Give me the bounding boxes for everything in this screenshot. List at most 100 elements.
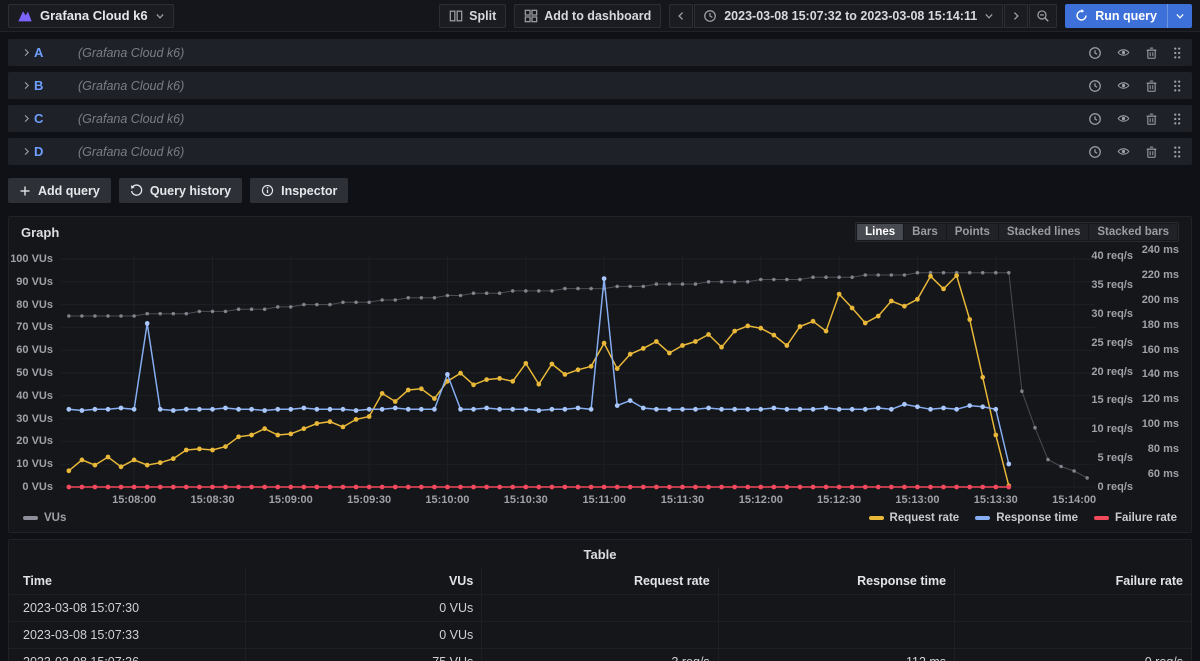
split-button[interactable]: Split <box>439 4 506 28</box>
clock-icon <box>703 9 717 23</box>
cell-request-rate: 3 req/s <box>482 649 718 661</box>
table-row: 2023-03-08 15:07:33 0 VUs <box>9 622 1191 649</box>
eye-icon[interactable] <box>1116 145 1131 158</box>
tab-stacked-bars[interactable]: Stacked bars <box>1089 224 1177 240</box>
request-rate-swatch <box>869 516 884 520</box>
query-row-c[interactable]: C (Grafana Cloud k6) <box>8 105 1192 132</box>
drag-handle-icon[interactable] <box>1172 112 1182 126</box>
response-time-swatch <box>975 516 990 520</box>
legend-item-vus[interactable]: VUs <box>23 512 66 524</box>
timeseries-chart[interactable] <box>61 247 1095 493</box>
drag-handle-icon[interactable] <box>1172 145 1182 159</box>
drag-handle-icon[interactable] <box>1172 79 1182 93</box>
axis-tick-label: 90 VUs <box>16 276 53 288</box>
x-axis-tick-label: 15:11:30 <box>661 494 704 506</box>
inspector-button[interactable]: Inspector <box>250 178 348 203</box>
x-axis-tick-label: 15:09:30 <box>347 494 391 506</box>
legend-label: Failure rate <box>1115 512 1177 524</box>
axis-tick-label: 60 ms <box>1148 468 1179 480</box>
history-arrow-icon <box>130 184 143 197</box>
eye-icon[interactable] <box>1116 46 1131 59</box>
history-icon[interactable] <box>1088 112 1102 126</box>
tab-lines[interactable]: Lines <box>857 224 903 240</box>
time-shift-back-button[interactable] <box>669 4 693 28</box>
axis-tick-label: 15 req/s <box>1091 394 1133 406</box>
app-picker-button[interactable]: Grafana Cloud k6 <box>8 4 174 28</box>
history-icon[interactable] <box>1088 145 1102 159</box>
eye-icon[interactable] <box>1116 112 1131 125</box>
query-history-button[interactable]: Query history <box>119 178 242 203</box>
axis-tick-label: 30 req/s <box>1091 308 1133 320</box>
legend-item-request-rate[interactable]: Request rate <box>869 512 960 524</box>
trash-icon[interactable] <box>1145 46 1158 60</box>
axis-tick-label: 20 req/s <box>1091 366 1133 378</box>
drag-handle-icon[interactable] <box>1172 46 1182 60</box>
sync-icon <box>1075 9 1088 22</box>
history-icon[interactable] <box>1088 79 1102 93</box>
expand-chevron-icon[interactable] <box>18 47 34 58</box>
run-query-dropdown[interactable] <box>1167 4 1192 28</box>
chart-plot-area[interactable]: 15:08:0015:08:3015:09:0015:09:3015:10:00… <box>61 247 1095 509</box>
tab-points[interactable]: Points <box>947 224 998 240</box>
add-query-button[interactable]: Add query <box>8 178 111 203</box>
y-axis-left-vus: 0 VUs10 VUs20 VUs30 VUs40 VUs50 VUs60 VU… <box>13 247 61 493</box>
query-rows-section: A (Grafana Cloud k6) B (Grafana Cloud k6… <box>0 32 1200 165</box>
info-circle-icon <box>261 184 274 197</box>
expand-chevron-icon[interactable] <box>18 146 34 157</box>
col-header-response-time[interactable]: Response time <box>718 568 954 595</box>
query-datasource: (Grafana Cloud k6) <box>78 145 184 159</box>
add-to-dashboard-button[interactable]: Add to dashboard <box>514 4 661 28</box>
run-query-label: Run query <box>1095 9 1157 23</box>
x-axis-tick-label: 15:13:00 <box>895 494 939 506</box>
chevron-left-icon <box>676 10 686 22</box>
eye-icon[interactable] <box>1116 79 1131 92</box>
run-query-button[interactable]: Run query <box>1065 4 1192 28</box>
tab-bars[interactable]: Bars <box>904 224 946 240</box>
axis-tick-label: 80 VUs <box>16 299 53 311</box>
axis-tick-label: 20 VUs <box>16 435 53 447</box>
trash-icon[interactable] <box>1145 145 1158 159</box>
axis-tick-label: 180 ms <box>1142 319 1179 331</box>
zoom-out-button[interactable] <box>1029 4 1057 28</box>
axis-tick-label: 80 ms <box>1148 443 1179 455</box>
tab-stacked-lines[interactable]: Stacked lines <box>999 224 1089 240</box>
failure-rate-swatch <box>1094 516 1109 520</box>
query-datasource: (Grafana Cloud k6) <box>78 112 184 126</box>
legend-item-failure-rate[interactable]: Failure rate <box>1094 512 1177 524</box>
axis-tick-label: 160 ms <box>1142 344 1179 356</box>
col-header-failure-rate[interactable]: Failure rate <box>955 568 1191 595</box>
query-row-a[interactable]: A (Grafana Cloud k6) <box>8 39 1192 66</box>
query-row-b[interactable]: B (Grafana Cloud k6) <box>8 72 1192 99</box>
axis-tick-label: 200 ms <box>1142 294 1179 306</box>
expand-chevron-icon[interactable] <box>18 80 34 91</box>
axis-tick-label: 10 req/s <box>1091 423 1133 435</box>
time-picker-group: 2023-03-08 15:07:32 to 2023-03-08 15:14:… <box>669 4 1057 28</box>
legend-item-response-time[interactable]: Response time <box>975 512 1078 524</box>
plus-icon <box>19 185 31 197</box>
cell-response-time <box>718 595 954 622</box>
history-icon[interactable] <box>1088 46 1102 60</box>
col-header-time[interactable]: Time <box>9 568 245 595</box>
cell-time: 2023-03-08 15:07:36 <box>9 649 245 661</box>
col-header-vus[interactable]: VUs <box>245 568 481 595</box>
table-row: 2023-03-08 15:07:36 75 VUs 3 req/s 112 m… <box>9 649 1191 661</box>
col-header-request-rate[interactable]: Request rate <box>482 568 718 595</box>
axis-tick-label: 0 req/s <box>1098 481 1133 493</box>
query-row-d[interactable]: D (Grafana Cloud k6) <box>8 138 1192 165</box>
query-datasource: (Grafana Cloud k6) <box>78 46 184 60</box>
time-range-picker-button[interactable]: 2023-03-08 15:07:32 to 2023-03-08 15:14:… <box>694 4 1003 28</box>
x-axis-tick-label: 15:12:00 <box>739 494 783 506</box>
x-axis-tick-label: 15:13:30 <box>974 494 1018 506</box>
legend-label: VUs <box>44 512 66 524</box>
split-icon <box>449 9 463 23</box>
cell-vus: 0 VUs <box>245 622 481 649</box>
axis-tick-label: 240 ms <box>1142 244 1179 256</box>
vus-swatch <box>23 516 38 520</box>
expand-chevron-icon[interactable] <box>18 113 34 124</box>
trash-icon[interactable] <box>1145 79 1158 93</box>
trash-icon[interactable] <box>1145 112 1158 126</box>
axis-tick-label: 100 ms <box>1142 418 1179 430</box>
table-panel-title: Table <box>9 540 1191 568</box>
x-axis-tick-label: 15:11:00 <box>582 494 625 506</box>
time-shift-forward-button[interactable] <box>1004 4 1028 28</box>
